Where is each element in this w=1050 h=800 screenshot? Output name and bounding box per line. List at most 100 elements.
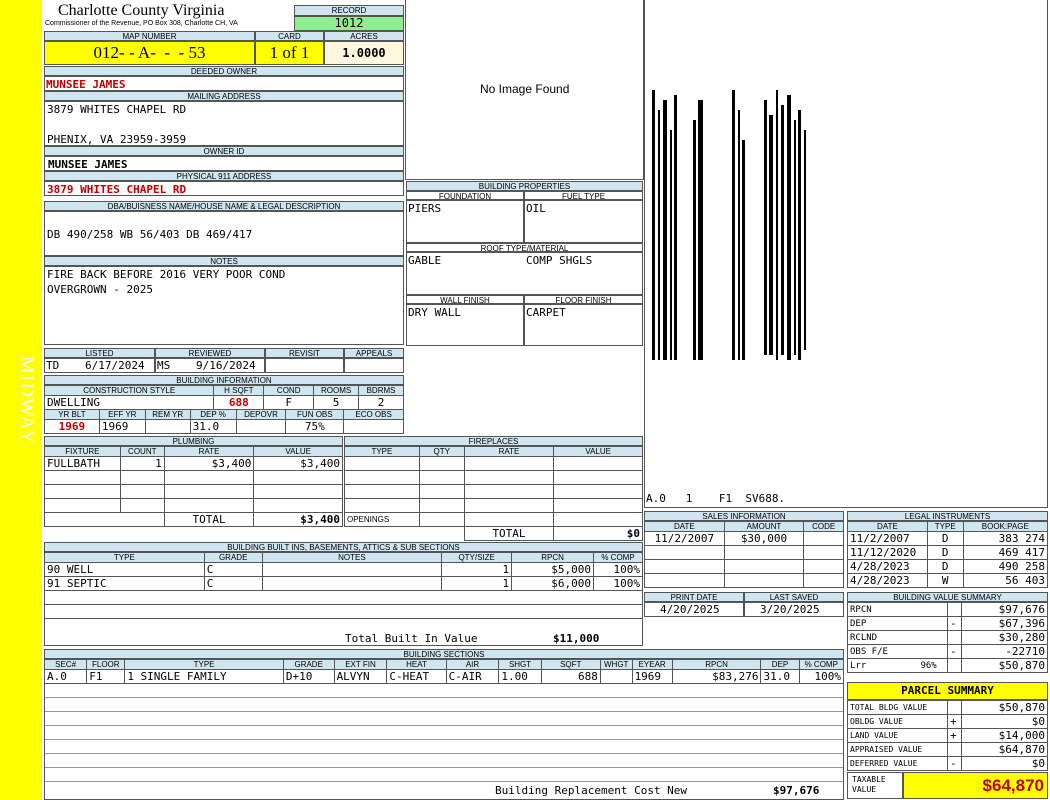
fireplace-col-value: VALUE xyxy=(553,446,643,457)
funobs-value: 75% xyxy=(285,419,345,434)
plumbing-value: $3,400 xyxy=(253,456,343,471)
floor-header: FLOOR FINISH xyxy=(524,295,643,304)
sec-col-dep: DEP xyxy=(760,659,800,670)
print-date-value: 4/20/2025 xyxy=(660,603,720,616)
acres-header: ACRES xyxy=(324,31,404,41)
sec-col-whgt: WHGT xyxy=(599,659,633,670)
fuel-box: OIL xyxy=(524,200,643,243)
plumbing-col-rate: RATE xyxy=(163,446,255,457)
map-number-header: MAP NUMBER xyxy=(44,31,255,41)
built-ins-table: TYPE GRADE NOTES QTY/SIZE RPCN % COMP 90… xyxy=(44,552,643,633)
style-value: DWELLING xyxy=(43,395,215,410)
building-value-summary-header: BUILDING VALUE SUMMARY xyxy=(847,592,1048,602)
card-header: CARD xyxy=(255,31,324,41)
deeded-owner-box: MUNSEE JAMES xyxy=(44,76,404,91)
legal-type: D xyxy=(926,531,964,546)
sec-heat: C-HEAT xyxy=(386,669,447,684)
built-in-total-box: Total Built In Value $11,000 xyxy=(44,632,643,646)
legal-date: 4/28/2023 xyxy=(847,573,928,588)
floor-box: CARPET xyxy=(524,304,643,346)
rooms-value: 5 xyxy=(313,395,360,410)
sec-rpcn: $83,276 xyxy=(671,669,762,684)
builtin-col-grade: GRADE xyxy=(203,552,263,563)
legal-type: D xyxy=(926,559,964,574)
bvs-sign: - xyxy=(947,616,962,631)
plumbing-header: PLUMBING xyxy=(44,436,343,446)
sales-col-amount: AMOUNT xyxy=(723,521,805,532)
fireplace-col-type: TYPE xyxy=(344,446,420,457)
building-sections-table: SEC# FLOOR TYPE GRADE EXT FIN HEAT AIR S… xyxy=(43,659,845,684)
builtin-notes xyxy=(261,576,443,591)
depovr-label: DEPOVR xyxy=(235,409,287,420)
ecoobs-value xyxy=(343,419,404,434)
fireplaces-table: TYPE QTY RATE VALUE OPENINGS TOTAL $0 xyxy=(344,446,643,541)
legal-desc-value: DB 490/258 WB 56/403 DB 469/417 xyxy=(47,228,253,241)
table-row: 11/12/2020 D 469 417 xyxy=(847,545,1049,560)
record-header: RECORD xyxy=(294,5,404,16)
wall-value: DRY WALL xyxy=(408,306,461,319)
parcel-label: LAND VALUE xyxy=(847,728,948,743)
parcel-value: $14,000 xyxy=(961,728,1048,743)
sec-col-comp: % COMP xyxy=(798,659,845,670)
hsqft-value: 688 xyxy=(213,395,265,410)
parcel-sign: - xyxy=(947,756,962,771)
table-row: 4/28/2023 D 490 258 xyxy=(847,559,1049,574)
fuel-header: FUEL TYPE xyxy=(524,191,643,200)
builtin-notes xyxy=(261,562,443,577)
sale-date: 11/2/2007 xyxy=(644,531,725,546)
sec-col-rpcn: RPCN xyxy=(671,659,762,670)
sec-dep: 31.0 xyxy=(760,669,800,684)
owner-id-header: OWNER ID xyxy=(44,146,404,156)
taxable-value: $64,870 xyxy=(982,776,1044,795)
fireplace-total-label: TOTAL xyxy=(463,526,555,541)
builtin-rpcn: $6,000 xyxy=(511,576,595,591)
dep-value: 31.0 xyxy=(189,419,237,434)
legal-bookpage: 56 403 xyxy=(962,573,1049,588)
parcel-sign xyxy=(947,742,962,757)
sec-type: 1 SINGLE FAMILY xyxy=(124,669,284,684)
fireplace-col-qty: QTY xyxy=(418,446,465,457)
building-age-table: YR BLT EFF YR REM YR DEP % DEPOVR FUN OB… xyxy=(44,409,404,434)
parcel-sign xyxy=(947,700,962,715)
bvs-sign: - xyxy=(947,644,962,659)
print-date-header: PRINT DATE xyxy=(644,592,744,602)
foundation-header: FOUNDATION xyxy=(406,191,524,200)
county-title: Charlotte County Virginia xyxy=(58,2,225,19)
taxable-label-box: TAXABLE VALUE xyxy=(847,772,903,799)
table-row: DEFERRED VALUE - $0 xyxy=(847,756,1048,771)
table-row: RPCN $97,676 xyxy=(847,602,1048,617)
table-row: TOTAL BLDG VALUE $50,870 xyxy=(847,700,1048,715)
style-label: CONSTRUCTION STYLE xyxy=(43,385,215,396)
mailing-address-header: MAILING ADDRESS xyxy=(44,91,404,101)
sec-col-sec: SEC# xyxy=(43,659,88,670)
ecoobs-label: ECO OBS xyxy=(343,409,404,420)
roof-type-value: GABLE xyxy=(408,254,442,267)
plumbing-rate: $3,400 xyxy=(163,456,255,471)
roof-material-value: COMP SHGLS xyxy=(526,254,593,267)
sec-col-air: AIR xyxy=(445,659,500,670)
fireplace-col-rate: RATE xyxy=(463,446,555,457)
legal-instruments-table: DATE TYPE BOOK:PAGE 11/2/2007 D 383 274 … xyxy=(847,521,1049,588)
plumbing-count: 1 xyxy=(119,456,165,471)
sale-amount: $30,000 xyxy=(723,531,805,546)
sec-comp: 100% xyxy=(798,669,845,684)
taxable-value-box: $64,870 xyxy=(903,772,1048,799)
sketch-label: A.0 1 F1 SV688. xyxy=(646,492,786,505)
bvs-label: RPCN xyxy=(847,602,948,617)
appeals-box xyxy=(344,358,404,373)
sec-col-sqft: SQFT xyxy=(540,659,601,670)
bvs-value: -22710 xyxy=(961,644,1048,659)
table-row: 11/2/2007 $30,000 xyxy=(644,531,844,546)
no-image-text: No Image Found xyxy=(480,82,570,96)
depovr-value xyxy=(235,419,287,434)
replacement-cost-label: Building Replacement Cost New xyxy=(495,784,688,797)
sale-code xyxy=(803,531,844,546)
roof-header: ROOF TYPE/MATERIAL xyxy=(406,243,643,252)
record-value: 1012 xyxy=(294,16,404,31)
notes-box: FIRE BACK BEFORE 2016 VERY POOR COND OVE… xyxy=(44,266,404,345)
building-sections-body: Building Replacement Cost New $97,676 xyxy=(44,684,844,800)
funobs-label: FUN OBS xyxy=(285,409,345,420)
sec-sqft: 688 xyxy=(540,669,601,684)
appeals-header: APPEALS xyxy=(344,348,404,358)
bvs-sign xyxy=(947,602,962,617)
